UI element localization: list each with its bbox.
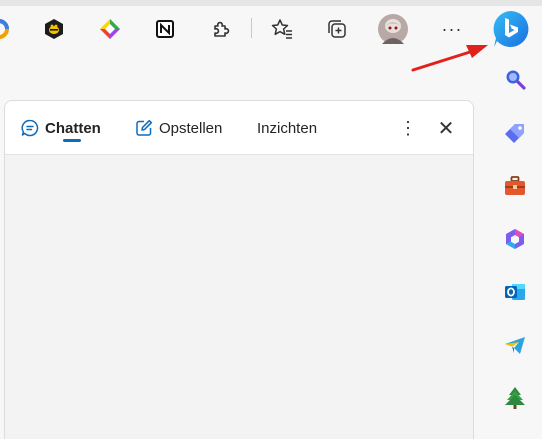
tab-compose-label: Opstellen — [159, 119, 223, 137]
puzzle-extensions-icon[interactable] — [203, 12, 237, 46]
search-icon[interactable] — [496, 60, 534, 98]
panel-more-options-icon[interactable]: ⋮ — [395, 115, 421, 141]
favorites-icon[interactable] — [265, 12, 299, 46]
close-icon[interactable]: ✕ — [433, 115, 459, 141]
tools-briefcase-icon[interactable] — [496, 167, 534, 205]
outlook-icon[interactable] — [496, 273, 534, 311]
colorful-diamond-extension-icon[interactable] — [93, 12, 127, 46]
browser-window: ··· Chatten Opstellen Inzichten ⋮ ✕ — [0, 0, 542, 439]
bee-extension-icon[interactable] — [37, 12, 71, 46]
selected-tab-indicator — [63, 139, 81, 142]
tab-insights[interactable]: Inzichten — [251, 101, 317, 155]
chat-icon — [21, 119, 39, 137]
notion-extension-icon[interactable] — [148, 12, 182, 46]
tab-chat-label: Chatten — [45, 119, 101, 137]
tab-insights-label: Inzichten — [257, 119, 318, 137]
partial-extension-icon[interactable] — [0, 12, 16, 46]
microsoft365-icon[interactable] — [496, 220, 534, 258]
collections-icon[interactable] — [320, 12, 354, 46]
shopping-tag-icon[interactable] — [496, 114, 534, 152]
browser-sidebar — [488, 56, 542, 439]
tree-icon[interactable] — [496, 379, 534, 417]
tab-strip-edge — [0, 0, 542, 6]
tab-chat[interactable]: Chatten — [21, 101, 101, 155]
telegram-icon[interactable] — [496, 326, 534, 364]
more-options-icon[interactable]: ··· — [435, 12, 469, 46]
toolbar-divider — [251, 18, 252, 38]
compose-icon — [136, 119, 153, 136]
panel-header: Chatten Opstellen Inzichten ⋮ ✕ — [5, 101, 473, 155]
profile-avatar[interactable] — [376, 12, 410, 46]
bing-chat-panel: Chatten Opstellen Inzichten ⋮ ✕ — [4, 100, 474, 439]
tab-compose[interactable]: Opstellen — [135, 101, 222, 155]
browser-toolbar: ··· — [0, 0, 542, 56]
bing-chat-icon[interactable] — [490, 8, 532, 50]
